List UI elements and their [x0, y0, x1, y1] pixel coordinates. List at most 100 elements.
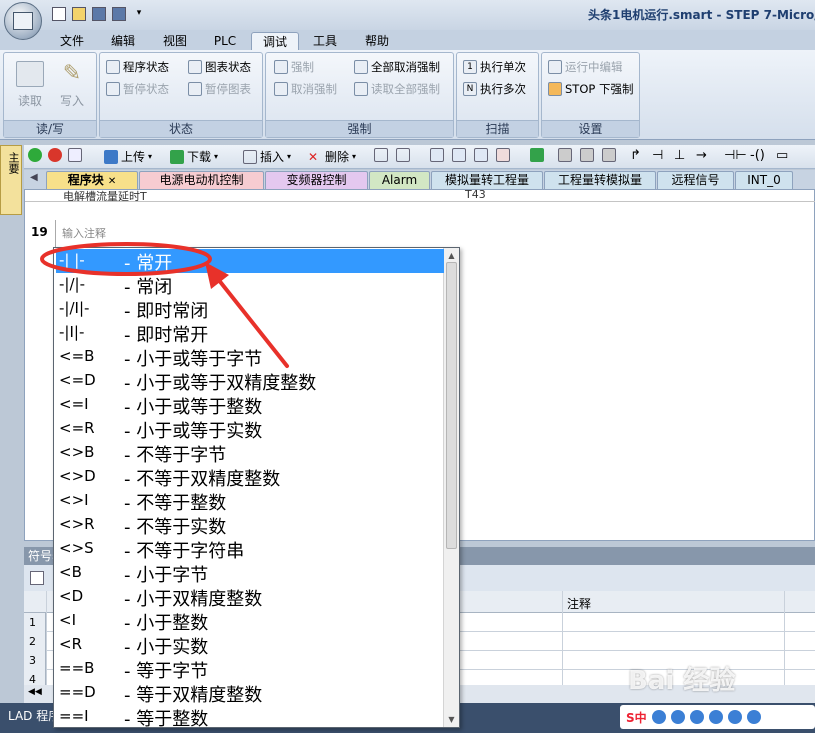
- instruction-description: - 常开: [124, 253, 173, 274]
- autocomplete-item[interactable]: <>I - 不等于整数: [56, 489, 444, 514]
- tab-motor-control[interactable]: 电源电动机控制: [139, 171, 264, 189]
- tab-int0[interactable]: INT_0: [735, 171, 793, 189]
- tab-main-program[interactable]: 程序块 ✕: [46, 171, 138, 189]
- line-down-icon[interactable]: ⊣: [652, 148, 663, 163]
- unforce-button[interactable]: 取消强制: [274, 81, 337, 97]
- run-edit-button[interactable]: 运行中编辑: [548, 59, 623, 75]
- autocomplete-item[interactable]: ==B - 等于字节: [56, 657, 444, 682]
- dropdown-scrollbar[interactable]: ▲ ▼: [443, 248, 459, 727]
- pause-status-button[interactable]: 暂停状态: [106, 81, 169, 97]
- menu-file[interactable]: 文件: [56, 32, 88, 50]
- toolbar-icon-6[interactable]: [496, 148, 510, 162]
- run-icon[interactable]: [28, 148, 42, 162]
- ime-keyboard-icon[interactable]: [708, 710, 723, 724]
- scroll-thumb[interactable]: [446, 262, 457, 549]
- instruction-autocomplete-list[interactable]: ▲ ▼ -| |- - 常开 -|/|- - 常闭 -|/I|- - 即时常闭 -|I|- -…: [53, 247, 460, 728]
- menu-debug[interactable]: 调试: [251, 32, 299, 50]
- chart-status-button[interactable]: 图表状态: [188, 59, 251, 75]
- lock-toolbar-icon[interactable]: [558, 148, 572, 162]
- autocomplete-item[interactable]: <>R - 不等于实数: [56, 513, 444, 538]
- contact-icon[interactable]: ⊣⊢: [724, 148, 747, 163]
- ime-mic-icon[interactable]: [689, 710, 704, 724]
- goto-icon[interactable]: [530, 148, 544, 162]
- table-add-icon[interactable]: [30, 571, 44, 585]
- coil-icon[interactable]: -(): [750, 148, 765, 163]
- new-file-icon[interactable]: [52, 7, 66, 21]
- pause-chart-button[interactable]: 暂停图表: [188, 81, 251, 97]
- toolbar-icon-5[interactable]: [474, 148, 488, 162]
- scroll-first-icon[interactable]: ◀◀: [28, 687, 42, 697]
- network-comment[interactable]: 输入注释: [62, 225, 106, 241]
- menu-help[interactable]: 帮助: [360, 32, 394, 50]
- project-tree-tab[interactable]: 主要: [0, 145, 22, 215]
- ime-skin-icon[interactable]: [727, 710, 742, 724]
- download-button[interactable]: 下载 ▾: [170, 148, 218, 165]
- autocomplete-item[interactable]: <=I - 小于或等于整数: [56, 393, 444, 418]
- scroll-up-icon[interactable]: ▲: [447, 251, 456, 260]
- toolbar-icon-8[interactable]: [602, 148, 616, 162]
- autocomplete-item[interactable]: <I - 小于整数: [56, 609, 444, 634]
- multiple-scan-button[interactable]: N 执行多次: [463, 81, 526, 97]
- force-button[interactable]: 强制: [274, 59, 314, 75]
- compile-icon[interactable]: [68, 148, 82, 162]
- program-status-button[interactable]: 程序状态: [106, 59, 169, 75]
- autocomplete-item[interactable]: <>B - 不等于字节: [56, 441, 444, 466]
- single-scan-button[interactable]: 1 执行单次: [463, 59, 526, 75]
- toolbar-icon-3[interactable]: [430, 148, 444, 162]
- ime-punct-icon[interactable]: [651, 710, 666, 724]
- scroll-down-icon[interactable]: ▼: [447, 715, 456, 724]
- autocomplete-item[interactable]: <>D - 不等于双精度整数: [56, 465, 444, 490]
- tab-eng-to-analog[interactable]: 工程量转模拟量: [544, 171, 656, 189]
- save-all-icon[interactable]: [112, 7, 126, 21]
- instruction-symbol: ==B: [59, 659, 95, 677]
- ime-toolbar[interactable]: S中: [620, 705, 815, 729]
- autocomplete-item[interactable]: ==I - 等于整数: [56, 705, 444, 727]
- application-menu-button[interactable]: [4, 2, 42, 40]
- read-all-forced-button[interactable]: 读取全部强制: [354, 81, 440, 97]
- save-icon[interactable]: [92, 7, 106, 21]
- delete-button[interactable]: ✕ 删除 ▾: [308, 148, 356, 165]
- autocomplete-item[interactable]: <=R - 小于或等于实数: [56, 417, 444, 442]
- stop-icon[interactable]: [48, 148, 62, 162]
- customize-qat-icon[interactable]: ▾: [132, 7, 146, 21]
- tab-vfd-control[interactable]: 变频器控制: [265, 171, 368, 189]
- toolbar-icon-7[interactable]: [580, 148, 594, 162]
- autocomplete-item[interactable]: <D - 小于双精度整数: [56, 585, 444, 610]
- autocomplete-item[interactable]: <R - 小于实数: [56, 633, 444, 658]
- autocomplete-item[interactable]: -| |- - 常开: [56, 249, 444, 274]
- upload-button[interactable]: 上传 ▾: [104, 148, 152, 165]
- tab-close-icon[interactable]: ✕: [108, 176, 116, 187]
- tab-remote-signal[interactable]: 远程信号: [657, 171, 734, 189]
- tab-alarm[interactable]: Alarm: [369, 171, 430, 189]
- write-button[interactable]: ✎ 写入: [52, 61, 92, 109]
- toolbar-icon-4[interactable]: [452, 148, 466, 162]
- unforce-all-button[interactable]: 全部取消强制: [354, 59, 440, 75]
- autocomplete-item[interactable]: -|/I|- - 即时常闭: [56, 297, 444, 322]
- autocomplete-item[interactable]: ==D - 等于双精度整数: [56, 681, 444, 706]
- insert-button[interactable]: 插入 ▾: [243, 148, 291, 165]
- tab-analog-to-eng[interactable]: 模拟量转工程量: [431, 171, 543, 189]
- autocomplete-item[interactable]: -|I|- - 即时常开: [56, 321, 444, 346]
- toolbar-icon-1[interactable]: [374, 148, 388, 162]
- chart-status-icon: [188, 60, 202, 74]
- ime-tools-icon[interactable]: [746, 710, 761, 724]
- menu-plc[interactable]: PLC: [208, 32, 242, 50]
- branch-down-icon[interactable]: ↱: [630, 148, 641, 163]
- autocomplete-item[interactable]: -|/|- - 常闭: [56, 273, 444, 298]
- line-up-icon[interactable]: ⊥: [674, 148, 685, 163]
- toolbar-icon-2[interactable]: [396, 148, 410, 162]
- menu-edit[interactable]: 编辑: [107, 32, 139, 50]
- autocomplete-item[interactable]: <>S - 不等于字符串: [56, 537, 444, 562]
- box-icon[interactable]: ▭: [776, 148, 788, 163]
- autocomplete-item[interactable]: <=B - 小于或等于字节: [56, 345, 444, 370]
- menu-view[interactable]: 视图: [158, 32, 192, 50]
- autocomplete-item[interactable]: <=D - 小于或等于双精度整数: [56, 369, 444, 394]
- autocomplete-item[interactable]: <B - 小于字节: [56, 561, 444, 586]
- tab-scroll-left-icon[interactable]: ◀: [30, 172, 38, 183]
- open-folder-icon[interactable]: [72, 7, 86, 21]
- line-right-icon[interactable]: →: [696, 148, 707, 163]
- menu-tools[interactable]: 工具: [308, 32, 342, 50]
- read-button[interactable]: 读取: [10, 61, 50, 109]
- ime-emoji-icon[interactable]: [670, 710, 685, 724]
- stop-force-button[interactable]: STOP 下强制: [548, 81, 633, 97]
